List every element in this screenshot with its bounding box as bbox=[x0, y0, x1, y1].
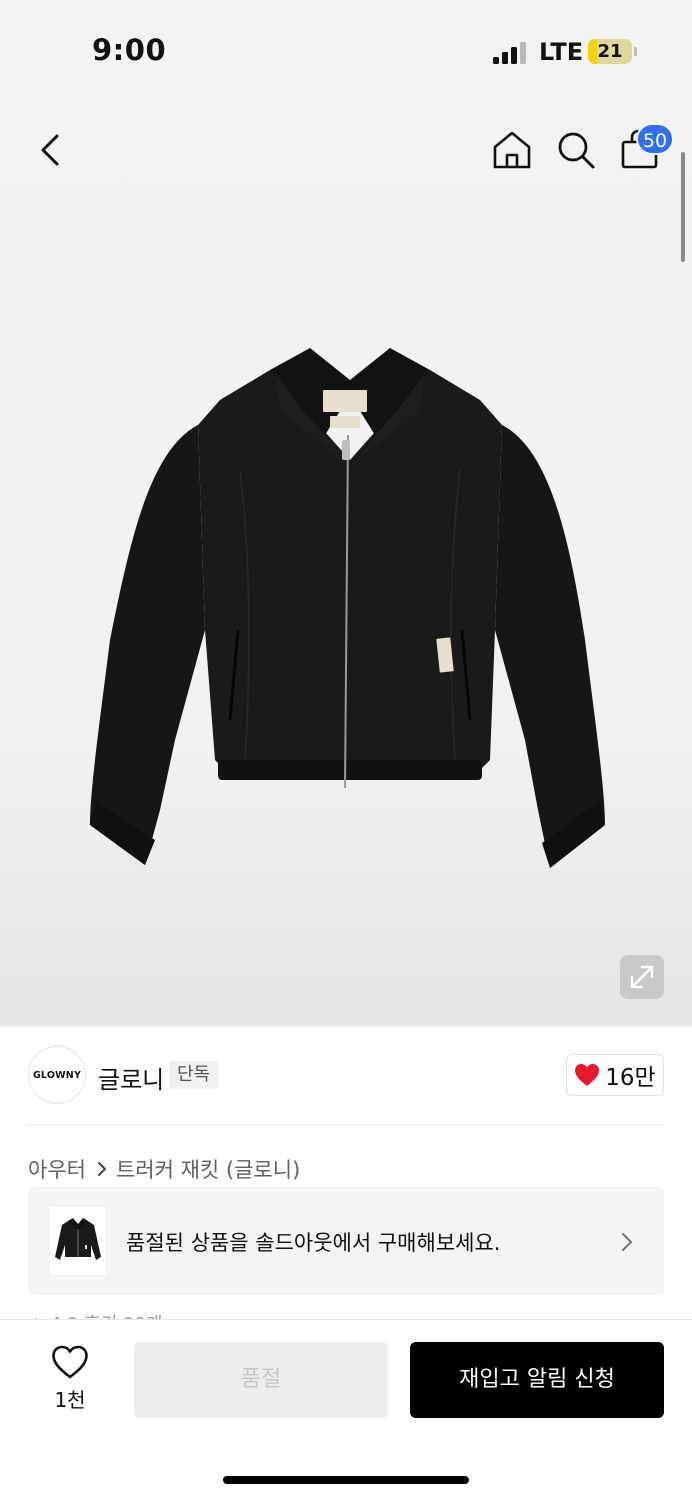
chevron-right-icon bbox=[622, 1233, 632, 1251]
back-button[interactable] bbox=[30, 128, 70, 172]
brand-logo-text: GLOWNY bbox=[32, 1069, 82, 1081]
soldout-banner-text: 품절된 상품을 솔드아웃에서 구매해보세요. bbox=[126, 1231, 501, 1255]
battery-icon: 21 bbox=[588, 39, 632, 64]
soldout-button[interactable]: 품절 bbox=[134, 1342, 388, 1418]
back-arrow-icon bbox=[41, 134, 59, 166]
search-button[interactable] bbox=[554, 128, 598, 172]
restock-alert-button[interactable]: 재입고 알림 신청 bbox=[410, 1342, 664, 1418]
breadcrumb-category[interactable]: 아우터 bbox=[28, 1154, 86, 1184]
product-detail-page: 9:00 LTE 21 50 GLOWNY 글로니 단독 16만 아우터 트러커… bbox=[0, 0, 692, 1500]
product-image[interactable] bbox=[80, 340, 620, 880]
home-indicator bbox=[223, 1476, 469, 1484]
breadcrumb: 아우터 트러커 재킷 (글로니) bbox=[28, 1154, 300, 1184]
home-button[interactable] bbox=[490, 128, 534, 172]
battery-level: 21 bbox=[597, 41, 623, 62]
exclusive-badge: 단독 bbox=[169, 1061, 219, 1089]
brand-like-button[interactable]: 16만 bbox=[566, 1054, 664, 1096]
signal-bars-icon bbox=[493, 42, 526, 64]
chevron-right-icon bbox=[97, 1162, 106, 1176]
wishlist-count: 1천 bbox=[54, 1388, 86, 1412]
status-bar: 9:00 LTE 21 bbox=[0, 0, 692, 100]
brand-name[interactable]: 글로니 bbox=[98, 1060, 164, 1095]
expand-arrows-icon bbox=[630, 965, 654, 989]
jacket-thumbnail bbox=[50, 1207, 106, 1275]
wishlist-button[interactable]: 1천 bbox=[40, 1344, 100, 1414]
breadcrumb-product-name: 트러커 재킷 (글로니) bbox=[115, 1158, 301, 1182]
battery-tip bbox=[634, 47, 637, 56]
expand-image-button[interactable] bbox=[620, 955, 664, 999]
search-icon bbox=[558, 132, 595, 169]
section-divider bbox=[28, 1124, 664, 1126]
brand-logo[interactable]: GLOWNY bbox=[28, 1046, 86, 1104]
cart-count-badge: 50 bbox=[636, 123, 674, 155]
like-count: 16만 bbox=[605, 1065, 656, 1091]
heart-outline-icon bbox=[52, 1345, 88, 1379]
soldout-banner[interactable]: 품절된 상품을 솔드아웃에서 구매해보세요. bbox=[28, 1187, 664, 1295]
scroll-indicator bbox=[681, 152, 685, 262]
status-time: 9:00 bbox=[92, 33, 167, 67]
home-icon bbox=[493, 131, 531, 169]
network-type: LTE bbox=[539, 38, 584, 66]
heart-filled-icon bbox=[575, 1064, 600, 1086]
